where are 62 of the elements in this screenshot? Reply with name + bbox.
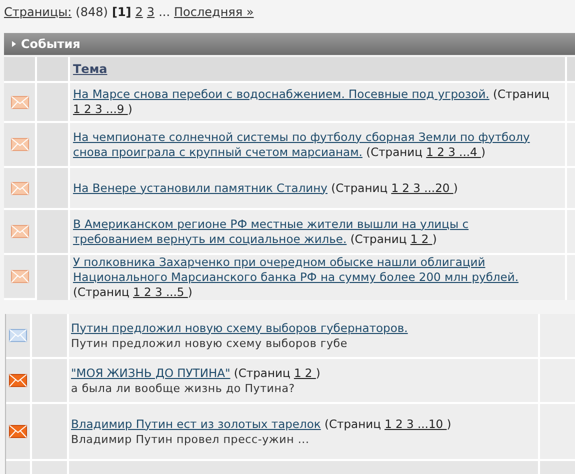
pages-close: ) — [188, 285, 192, 299]
pages-close: ) — [316, 366, 320, 380]
pages-link[interactable]: 1 2 3 ...20 — [391, 180, 454, 194]
section-title: События — [21, 36, 80, 53]
topic-link[interactable]: требованием вернуть им социальное жилье. — [73, 232, 347, 246]
caret-icon — [12, 41, 16, 47]
envelope-icon — [10, 270, 28, 283]
pages-label: (Страниц — [331, 180, 388, 194]
envelope-icon — [10, 138, 28, 151]
pages-link[interactable]: 1 2 — [294, 366, 316, 380]
pages-close: ) — [446, 416, 452, 430]
envelope-icon — [10, 225, 28, 238]
pages-label: (Страниц — [73, 285, 130, 299]
envelope-icon — [9, 374, 27, 387]
pages-link[interactable]: 1 2 3 ...5 — [133, 285, 188, 299]
topic-link[interactable]: На Венере установили памятник Сталину — [73, 180, 328, 194]
topic-link[interactable]: "МОЯ ЖИЗНЬ ДО ПУТИНА" — [71, 366, 230, 380]
topic-link[interactable]: В Американском регионе РФ местные жители вышли на улицы с — [73, 216, 469, 230]
column-header-link[interactable]: Тема — [73, 60, 108, 78]
page-link[interactable]: 3 — [146, 2, 155, 20]
topic-description: а была ли вообще жизнь до Путина? — [71, 380, 296, 396]
pages-link[interactable]: 1 2 3 ...4 — [426, 144, 481, 158]
pages-close: ) — [128, 102, 132, 116]
pages-close: ) — [453, 180, 458, 194]
header-cell — [37, 57, 68, 81]
page-link[interactable]: 2 — [135, 2, 143, 20]
topic-link[interactable]: Национального Марсианского банка РФ на сумму более 200 млн рублей. — [73, 270, 518, 284]
pages-label: (Страниц — [492, 87, 550, 101]
table-cell — [37, 83, 68, 121]
topic-link[interactable]: У полковника Захарченко при очередном обыске нашли облигаций — [73, 255, 486, 269]
pages-close: ) — [432, 232, 437, 246]
table-cell — [32, 404, 67, 459]
table-cell — [37, 123, 68, 166]
envelope-icon — [9, 329, 27, 342]
table-cell — [37, 168, 68, 208]
header-cell — [4, 57, 35, 81]
topic-link[interactable]: Владимир Путин ест из золотых тарелок — [71, 416, 321, 430]
topic-count: (848) — [76, 4, 108, 20]
topic-description: Путин предложил новую схему выборов губе — [71, 336, 348, 350]
pages-close: ) — [481, 144, 486, 158]
pages-label: (Страниц — [234, 366, 290, 380]
table-cell — [37, 210, 68, 253]
table-cell — [32, 359, 67, 402]
topic-description: Владимир Путин провел пресс-ужин ... — [71, 432, 310, 446]
pager-label-link[interactable]: Страницы: — [4, 2, 72, 20]
topic-link[interactable]: Путин предложил новую схему выборов губернаторов. — [71, 320, 408, 334]
table-cell — [37, 255, 68, 300]
envelope-icon — [9, 425, 27, 438]
pages-label: (Страниц — [324, 416, 381, 430]
topic-link[interactable]: На Марсе снова перебои с водоснабжением. Посевные под угрозой. — [73, 87, 490, 101]
topic-link[interactable]: снова проиграла с крупный счетом марсианам. — [73, 144, 362, 158]
pages-label: (Страниц — [366, 144, 422, 158]
pages-label: (Страниц — [350, 232, 407, 246]
last-page-link[interactable]: Последняя » — [174, 2, 254, 20]
ellipsis: ... — [158, 4, 170, 20]
pages-link[interactable]: 1 2 — [410, 232, 432, 246]
envelope-icon — [10, 182, 28, 194]
envelope-icon — [10, 96, 28, 108]
topic-link[interactable]: На чемпионате солнечной системы по футболу сборная Земли по футболу — [73, 130, 530, 144]
table-cell — [32, 314, 67, 357]
pages-link[interactable]: 1 2 3 ...10 — [384, 416, 447, 430]
pages-link[interactable]: 1 2 3 ...9 — [73, 102, 128, 116]
